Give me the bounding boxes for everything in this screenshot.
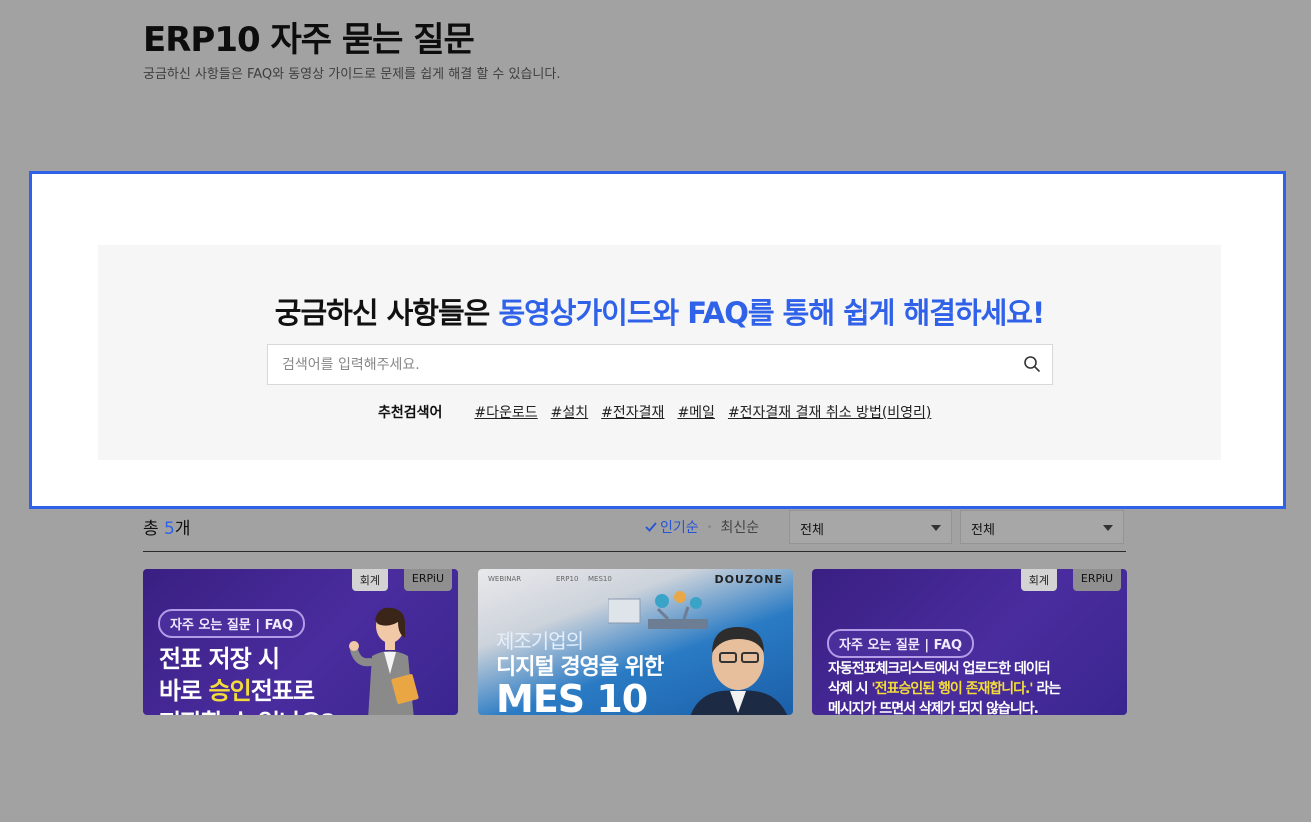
speaker-photo <box>690 627 788 715</box>
tag-install[interactable]: #설치 <box>551 402 589 422</box>
tag-download[interactable]: #다운로드 <box>474 402 537 422</box>
recommended-tags: 추천검색어 #다운로드 #설치 #전자결재 #메일 #전자결재 결재 취소 방법… <box>378 402 944 422</box>
card-pill: 자주 오는 질문 | FAQ <box>158 609 306 638</box>
brand-logo: DOUZONE <box>714 573 783 586</box>
category-filter-select[interactable]: 전체 <box>789 510 952 544</box>
page-title: ERP10 자주 묻는 질문 <box>143 20 475 60</box>
search-button[interactable] <box>1022 355 1042 375</box>
card-title-line2: 삭제 시 '전표승인된 행이 존재합니다.' 라는 <box>828 681 1061 697</box>
card-title-line1: 전표 저장 시 <box>159 645 280 673</box>
search-box <box>267 344 1053 385</box>
sort-latest[interactable]: 최신순 <box>721 517 760 537</box>
search-icon <box>1024 356 1040 372</box>
card-title-line2: 바로 승인전표로 <box>159 677 315 705</box>
tag-mail[interactable]: #메일 <box>677 402 715 422</box>
search-highlight-frame: 궁금하신 사항들은 동영상가이드와 FAQ를 통해 쉽게 해결하세요! 추천검색… <box>29 171 1286 509</box>
result-count-number: 5 <box>164 519 175 539</box>
sort-options: 인기순 • 최신순 <box>645 517 759 537</box>
headline-text: 궁금하신 사항들은 <box>274 296 499 330</box>
search-headline: 궁금하신 사항들은 동영상가이드와 FAQ를 통해 쉽게 해결하세요! <box>98 290 1221 332</box>
card-badge-product: ERPiU <box>1072 569 1121 591</box>
check-icon <box>645 522 657 532</box>
search-panel: 궁금하신 사항들은 동영상가이드와 FAQ를 통해 쉽게 해결하세요! 추천검색… <box>98 245 1221 460</box>
card-title-line3: MES 10 <box>496 677 648 715</box>
card-top-tag: MES10 <box>588 575 612 583</box>
card-badge-product: ERPiU <box>403 569 452 591</box>
card-title-line3: 메시지가 뜨면서 삭제가 되지 않습니다. <box>828 701 1039 715</box>
tag-e-approval[interactable]: #전자결재 <box>601 402 664 422</box>
faq-card-1[interactable]: 회계 ERPiU 자주 오는 질문 | FAQ 전표 저장 시 바로 승인전표로… <box>143 569 458 715</box>
webinar-card[interactable]: WEBINAR ERP10 MES10 DOUZONE 제조기업의 디지털 경영… <box>478 569 793 715</box>
sort-separator: • <box>706 521 713 533</box>
chevron-down-icon <box>931 525 941 531</box>
list-divider <box>143 551 1126 552</box>
card-top-tag: WEBINAR <box>488 575 522 583</box>
card-title-line3: 저장할 수 없나요? <box>159 703 335 715</box>
card-badge-category: 회계 <box>1020 569 1057 591</box>
card-pill: 자주 오는 질문 | FAQ <box>827 629 975 658</box>
headline-accent: 동영상가이드와 FAQ를 통해 쉽게 해결하세요! <box>498 296 1045 330</box>
page-subtitle: 궁금하신 사항들은 FAQ와 동영상 가이드로 문제를 쉽게 해결 할 수 있습… <box>143 67 561 82</box>
sort-popular[interactable]: 인기순 <box>645 517 699 537</box>
card-title-line1: 자동전표체크리스트에서 업로드한 데이터 <box>828 661 1051 677</box>
result-count: 총 5개 <box>143 519 191 539</box>
character-illustration <box>349 607 419 715</box>
card-top-tag: ERP10 <box>556 575 579 583</box>
recommended-tags-label: 추천검색어 <box>378 405 443 421</box>
tag-approval-cancel[interactable]: #전자결재 결재 취소 방법(비영리) <box>728 402 931 422</box>
search-input[interactable] <box>282 345 1012 384</box>
faq-card-3[interactable]: 회계 ERPiU 자주 오는 질문 | FAQ 자동전표체크리스트에서 업로드한… <box>812 569 1127 715</box>
card-badge-category: 회계 <box>351 569 388 591</box>
product-filter-select[interactable]: 전체 <box>960 510 1124 544</box>
chevron-down-icon <box>1103 525 1113 531</box>
